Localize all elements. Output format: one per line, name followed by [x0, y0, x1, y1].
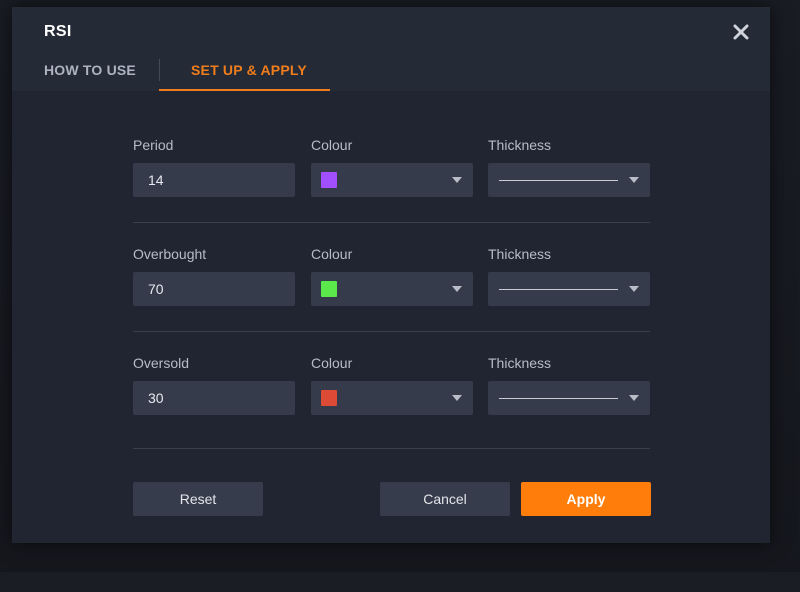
colour-swatch: [321, 390, 337, 406]
tab-divider: [159, 59, 160, 81]
close-button[interactable]: [730, 21, 752, 43]
tab-how-to-use[interactable]: HOW TO USE: [44, 62, 136, 78]
period-colour-select[interactable]: [311, 163, 473, 197]
tab-set-up-and-apply[interactable]: SET UP & APPLY: [191, 62, 307, 78]
period-label: Period: [133, 137, 174, 153]
overbought-input[interactable]: [133, 272, 295, 306]
app-backdrop-bar: [0, 572, 800, 592]
row-divider: [133, 331, 650, 332]
oversold-colour-label: Colour: [311, 355, 353, 371]
overbought-thickness-select[interactable]: [488, 272, 650, 306]
chevron-down-icon: [452, 177, 462, 183]
active-tab-indicator: [159, 89, 330, 91]
overbought-thickness-label: Thickness: [488, 246, 552, 262]
period-thickness-label: Thickness: [488, 137, 552, 153]
colour-swatch: [321, 281, 337, 297]
line-thickness-preview: [499, 398, 618, 399]
oversold-thickness-label: Thickness: [488, 355, 552, 371]
dialog-title: RSI: [44, 23, 72, 40]
oversold-colour-select[interactable]: [311, 381, 473, 415]
period-thickness-select[interactable]: [488, 163, 650, 197]
rsi-settings-dialog: RSI HOW TO USE SET UP & APPLY Period Col…: [12, 7, 770, 543]
chevron-down-icon: [629, 177, 639, 183]
period-input[interactable]: [133, 163, 295, 197]
chevron-down-icon: [629, 395, 639, 401]
period-colour-label: Colour: [311, 137, 353, 153]
line-thickness-preview: [499, 180, 618, 181]
close-icon: [733, 24, 749, 40]
oversold-input[interactable]: [133, 381, 295, 415]
chevron-down-icon: [629, 286, 639, 292]
overbought-colour-label: Colour: [311, 246, 353, 262]
overbought-label: Overbought: [133, 246, 207, 262]
reset-button[interactable]: Reset: [133, 482, 263, 516]
oversold-thickness-select[interactable]: [488, 381, 650, 415]
apply-button[interactable]: Apply: [521, 482, 651, 516]
line-thickness-preview: [499, 289, 618, 290]
chevron-down-icon: [452, 286, 462, 292]
cancel-button[interactable]: Cancel: [380, 482, 510, 516]
oversold-label: Oversold: [133, 355, 190, 371]
overbought-colour-select[interactable]: [311, 272, 473, 306]
dialog-header: [12, 7, 770, 91]
row-divider: [133, 222, 650, 223]
colour-swatch: [321, 172, 337, 188]
row-divider: [133, 448, 650, 449]
chevron-down-icon: [452, 395, 462, 401]
